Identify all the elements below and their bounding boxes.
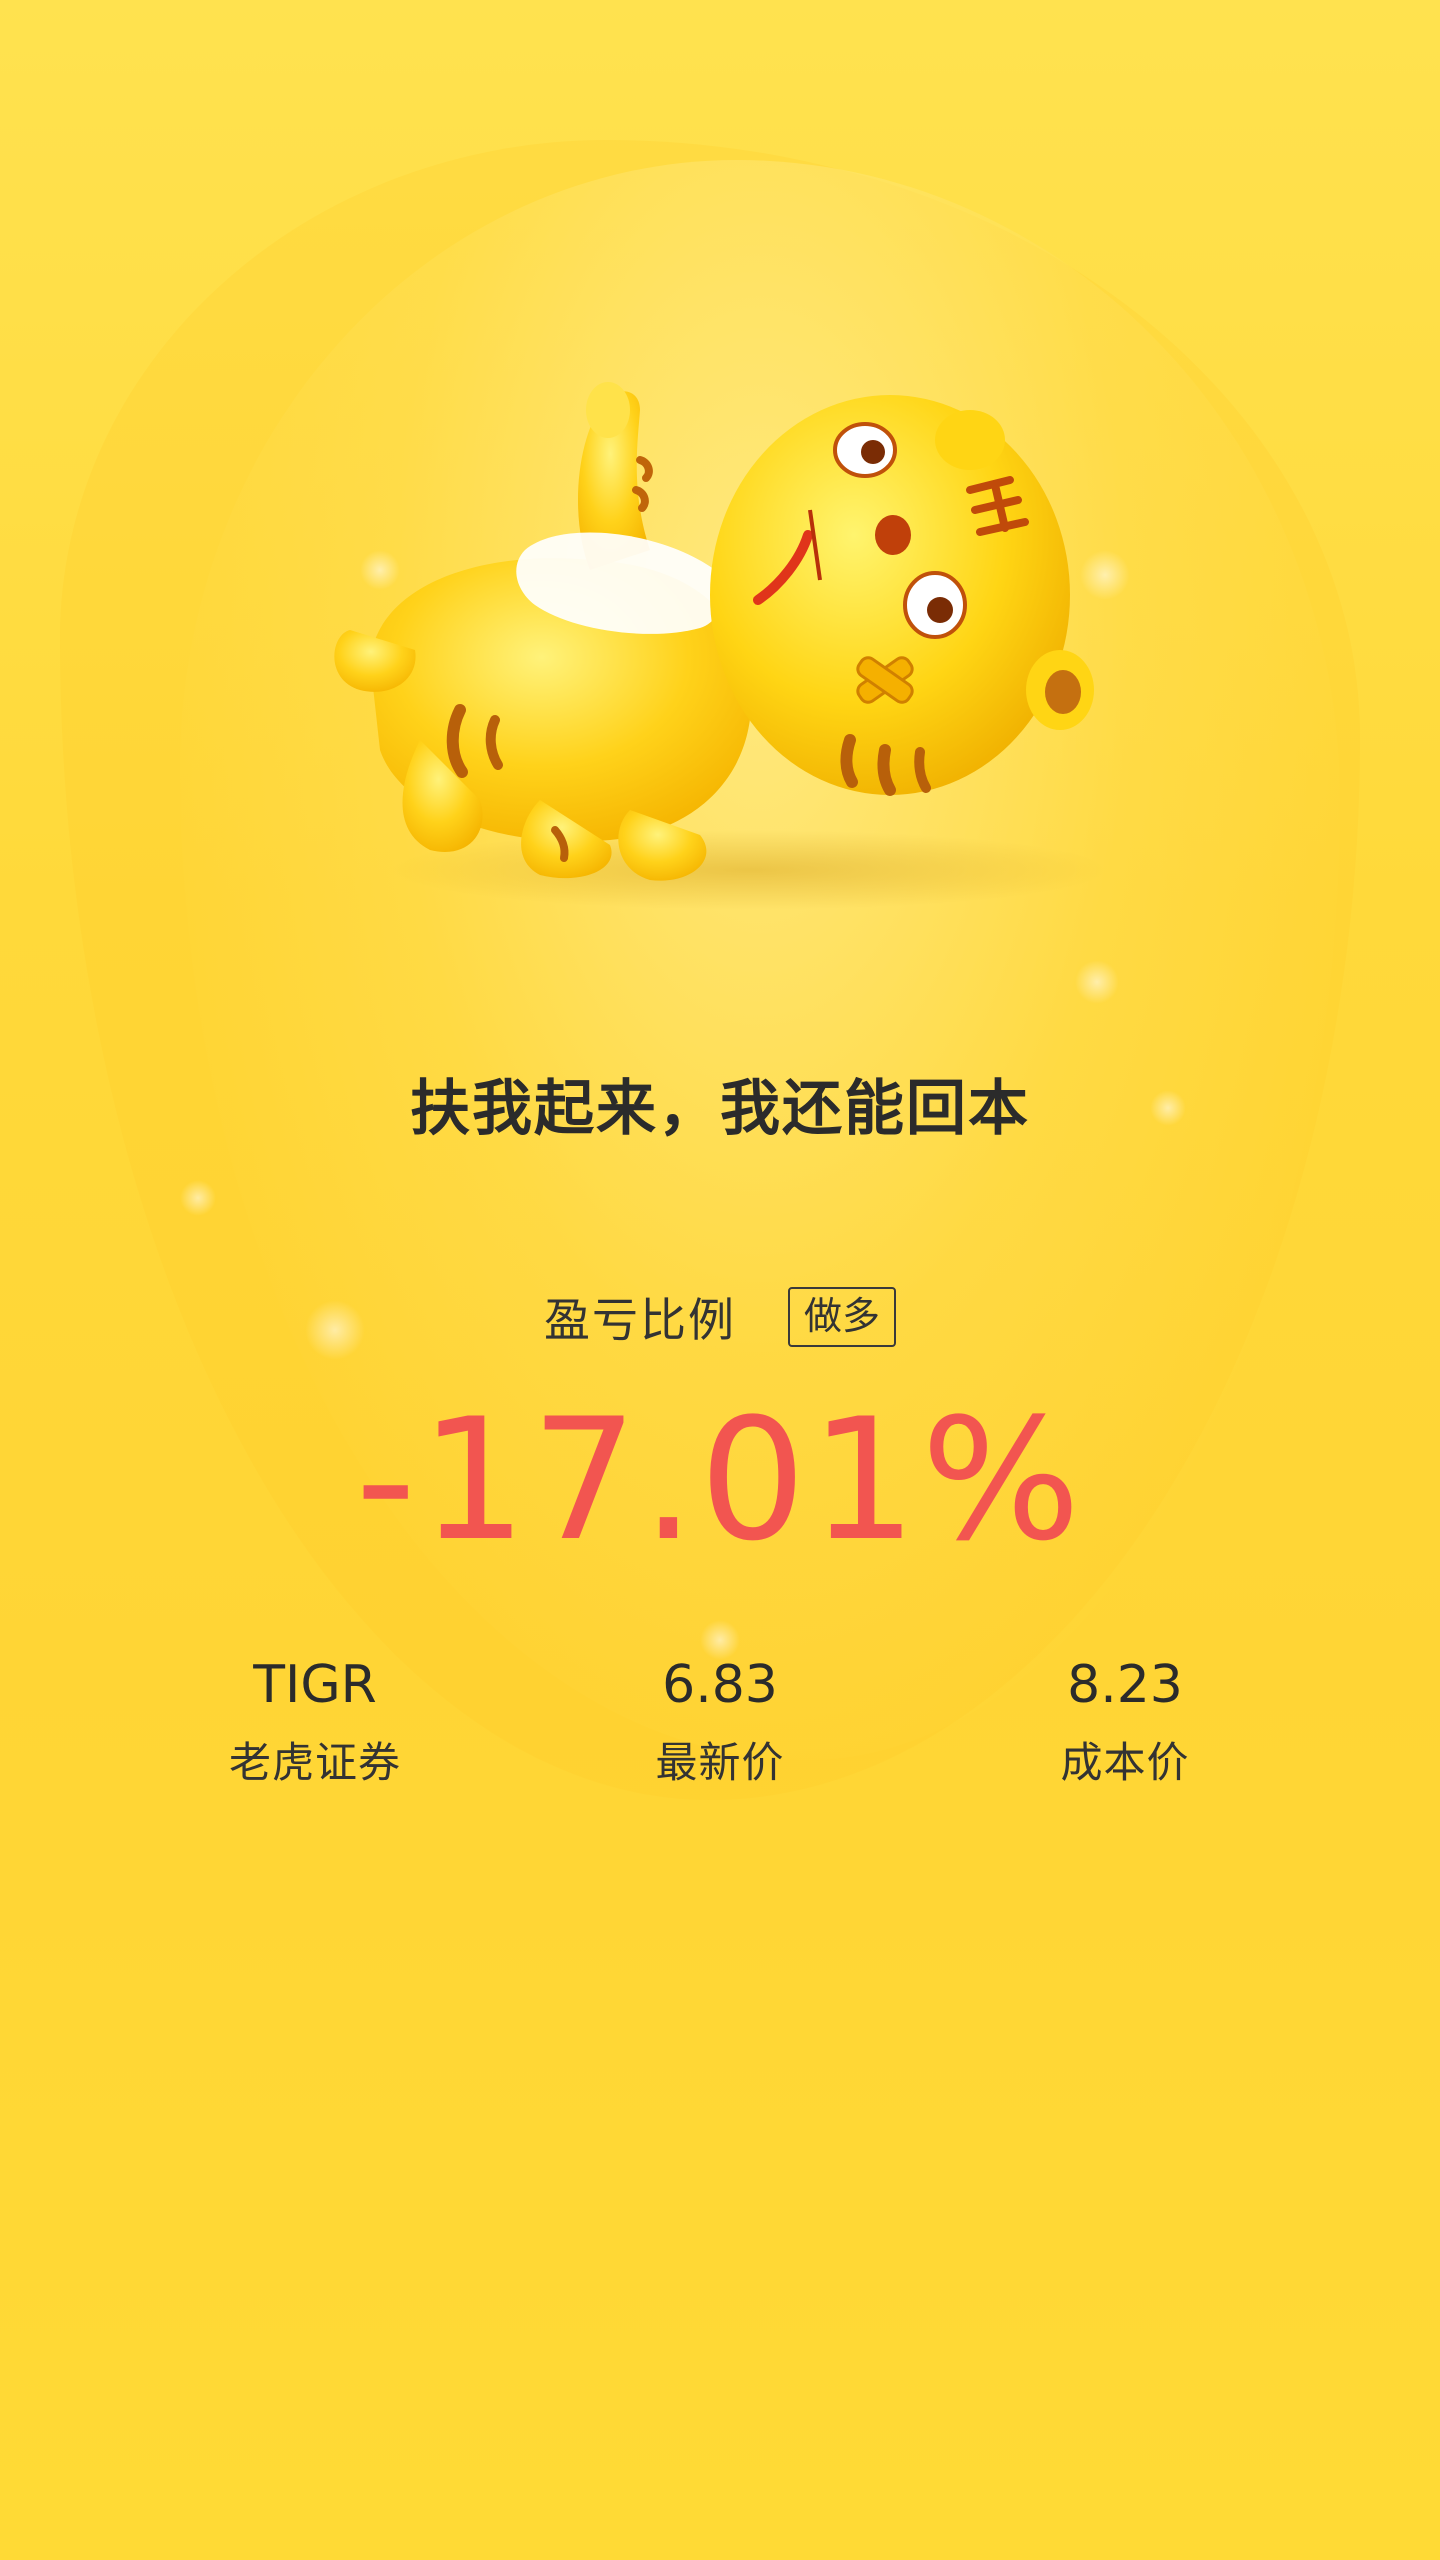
pnl-ratio-row: 盈亏比例 做多 — [0, 1284, 1440, 1350]
pnl-ratio-value: -17.01% — [355, 1382, 1085, 1578]
share-card-screen: 扶我起来，我还能回本 盈亏比例 做多 -17.01% TIGR 老虎证券 6.8… — [0, 0, 1440, 2560]
cost-price-label: 成本价 — [1060, 1738, 1190, 1787]
stock-stats-row: TIGR 老虎证券 6.83 最新价 8.23 成本价 — [0, 1645, 1440, 1815]
cost-price-value: 8.23 — [1067, 1655, 1183, 1715]
lying-tiger-mascot-icon — [334, 382, 1110, 910]
cost-price-stat: 8.23 成本价 — [965, 1645, 1285, 1793]
headline-text: 扶我起来，我还能回本 — [410, 1074, 1030, 1144]
latest-price-label: 最新价 — [655, 1738, 785, 1787]
sparkle-dot — [1075, 960, 1119, 1004]
stock-symbol: TIGR — [253, 1655, 377, 1715]
sparkle-dot — [180, 1180, 216, 1216]
position-direction-badge: 做多 — [787, 1287, 896, 1347]
latest-price-stat: 6.83 最新价 — [560, 1645, 880, 1793]
latest-price-value: 6.83 — [662, 1655, 778, 1715]
pnl-ratio-label: 盈亏比例 — [543, 1293, 736, 1347]
stock-symbol-stat: TIGR 老虎证券 — [155, 1645, 475, 1793]
stock-name: 老虎证券 — [228, 1738, 401, 1787]
